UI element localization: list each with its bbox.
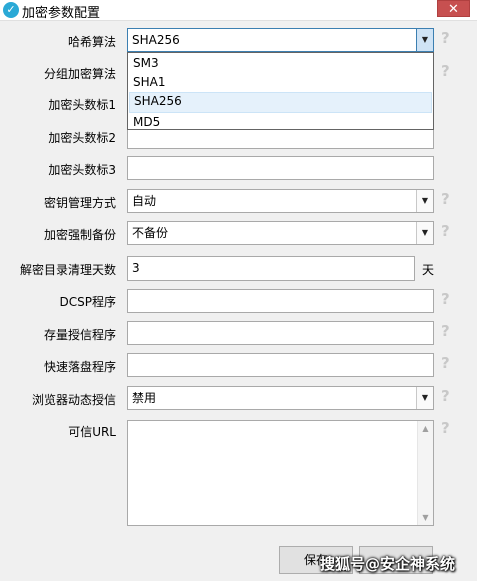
trusted-url-textarea[interactable]: ▲ ▼ — [127, 420, 434, 526]
key-management-select[interactable]: 自动 ▼ — [127, 189, 434, 213]
browser-trust-label: 浏览器动态授信 — [31, 393, 116, 407]
cleanup-days-input[interactable]: 3 — [127, 256, 415, 281]
browser-trust-select[interactable]: 禁用 ▼ — [127, 386, 434, 410]
help-icon[interactable]: ? — [441, 190, 450, 208]
vertical-scrollbar[interactable]: ▲ ▼ — [417, 421, 433, 525]
help-icon[interactable]: ? — [441, 419, 450, 437]
block-cipher-label: 分组加密算法 — [43, 67, 116, 81]
dropdown-option-sha256[interactable]: SHA256 — [129, 92, 432, 113]
hash-algorithm-dropdown[interactable]: SM3 SHA1 SHA256 MD5 — [127, 52, 434, 130]
help-icon[interactable]: ? — [441, 387, 450, 405]
trusted-url-label: 可信URL — [68, 425, 116, 439]
storage-trust-label: 存量授信程序 — [43, 328, 116, 342]
window-title: 加密参数配置 — [22, 6, 101, 21]
hash-algorithm-label: 哈希算法 — [67, 35, 116, 49]
forced-backup-label: 加密强制备份 — [43, 228, 116, 242]
browser-trust-value: 禁用 — [132, 391, 157, 405]
header-mark-1-label: 加密头数标1 — [48, 98, 116, 112]
hash-algorithm-select[interactable]: SHA256 ▼ — [127, 28, 434, 52]
chevron-down-icon[interactable]: ▼ — [416, 29, 433, 51]
forced-backup-select[interactable]: 不备份 ▼ — [127, 221, 434, 245]
title-bar: ✓ 加密参数配置 ✕ — [0, 0, 477, 21]
quick-write-label: 快速落盘程序 — [43, 360, 116, 374]
chevron-down-icon[interactable]: ▼ — [416, 190, 433, 212]
close-button[interactable]: ✕ — [437, 0, 470, 17]
header-mark-3-input[interactable] — [127, 156, 434, 180]
key-management-value: 自动 — [132, 194, 157, 208]
header-mark-2-label: 加密头数标2 — [48, 131, 116, 145]
storage-trust-input[interactable] — [127, 321, 434, 345]
cleanup-days-unit: 天 — [422, 263, 435, 277]
dropdown-option-sha1[interactable]: SHA1 — [129, 73, 432, 92]
help-icon[interactable]: ? — [441, 322, 450, 340]
forced-backup-value: 不备份 — [132, 226, 169, 240]
help-icon[interactable]: ? — [441, 354, 450, 372]
scroll-up-icon[interactable]: ▲ — [418, 421, 433, 436]
dropdown-option-sm3[interactable]: SM3 — [129, 54, 432, 73]
scroll-down-icon[interactable]: ▼ — [418, 510, 433, 525]
watermark: 搜狐号@安企神系统 — [320, 555, 456, 573]
dropdown-option-md5[interactable]: MD5 — [129, 113, 432, 132]
header-mark-3-label: 加密头数标3 — [48, 163, 116, 177]
dcsp-program-input[interactable] — [127, 289, 434, 313]
chevron-down-icon[interactable]: ▼ — [416, 387, 433, 409]
quick-write-input[interactable] — [127, 353, 434, 377]
cleanup-days-label: 解密目录清理天数 — [19, 263, 116, 277]
app-icon: ✓ — [3, 2, 19, 18]
help-icon[interactable]: ? — [441, 290, 450, 308]
key-management-label: 密钥管理方式 — [43, 196, 116, 210]
help-icon[interactable]: ? — [441, 29, 450, 47]
chevron-down-icon[interactable]: ▼ — [416, 222, 433, 244]
hash-algorithm-value: SHA256 — [132, 33, 180, 47]
help-icon[interactable]: ? — [441, 62, 450, 80]
help-icon[interactable]: ? — [441, 222, 450, 240]
dcsp-program-label: DCSP程序 — [59, 295, 116, 309]
